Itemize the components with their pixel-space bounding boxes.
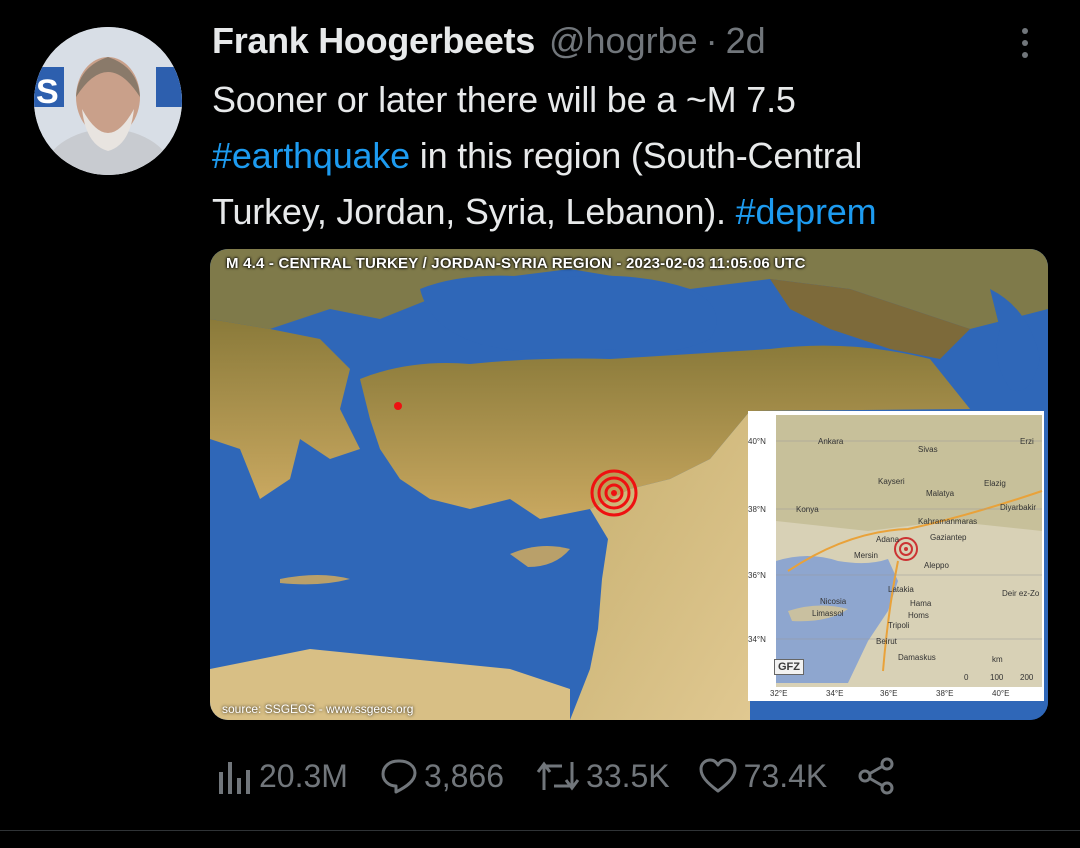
tweet-line-1: Sooner or later there will be a ~M 7.5 (212, 79, 796, 120)
epicenter-marker (590, 469, 638, 517)
scale-tick: 100 (990, 673, 1004, 682)
inset-map: 40°N 38°N 36°N 34°N Ankara Sivas Erzi Ka… (748, 411, 1044, 701)
tweet-text: Sooner or later there will be a ~M 7.5 #… (212, 72, 1032, 240)
share-icon (858, 757, 894, 795)
lon-label: 32°E (770, 689, 788, 698)
city-label: Nicosia (820, 597, 847, 606)
hashtag-earthquake[interactable]: #earthquake (212, 135, 410, 176)
tweet-line-3: Turkey, Jordan, Syria, Lebanon). (212, 191, 736, 232)
author-handle[interactable]: @hogrbe (549, 20, 698, 62)
gfz-logo: GFZ (774, 659, 804, 675)
lon-label: 40°E (992, 689, 1010, 698)
tweet-line-2: in this region (South-Central (409, 135, 863, 176)
city-label: Erzi (1020, 437, 1034, 446)
city-label: Homs (908, 611, 929, 620)
city-label: Hama (910, 599, 932, 608)
city-label: Elazig (984, 479, 1006, 488)
scale-unit: km (992, 655, 1003, 664)
views-count: 20.3M (259, 757, 348, 794)
tweet-header: Frank Hoogerbeets @hogrbe · 2d (212, 20, 1012, 64)
tweet-actions: 20.3M 3,866 33.5K 73.4K (215, 754, 903, 798)
city-label: Kahramanmaras (918, 517, 978, 526)
avatar-image: S (34, 27, 182, 175)
city-label: Diyarbakir (1000, 503, 1037, 512)
avatar[interactable]: S (34, 27, 182, 175)
replies-count: 3,866 (423, 757, 505, 794)
city-label: Tripoli (888, 621, 910, 630)
lon-label: 38°E (936, 689, 954, 698)
map-title: M 4.4 - CENTRAL TURKEY / JORDAN-SYRIA RE… (226, 255, 806, 272)
city-label: Malatya (926, 489, 955, 498)
lat-label: 34°N (748, 635, 766, 644)
city-label: Kayseri (878, 477, 905, 486)
retweets-count: 33.5K (586, 757, 670, 794)
city-label: Beirut (876, 637, 897, 646)
hashtag-deprem[interactable]: #deprem (736, 191, 877, 232)
separator-dot: · (705, 20, 718, 61)
city-label: Sivas (918, 445, 938, 454)
lat-label: 40°N (748, 437, 766, 446)
tweet-media-map[interactable]: M 4.4 - CENTRAL TURKEY / JORDAN-SYRIA RE… (210, 249, 1048, 720)
views-button[interactable]: 20.3M (215, 758, 348, 795)
city-label: Gaziantep (930, 533, 967, 542)
city-label: Aleppo (924, 561, 949, 570)
city-label: Latakia (888, 585, 914, 594)
reply-icon (381, 759, 417, 794)
author-name[interactable]: Frank Hoogerbeets (212, 20, 535, 62)
reply-button[interactable]: 3,866 (380, 758, 504, 795)
more-options-icon[interactable] (1010, 24, 1040, 64)
heart-icon (699, 758, 737, 793)
scale-tick: 0 (964, 673, 969, 682)
views-icon (219, 762, 250, 794)
city-label: Limassol (812, 609, 844, 618)
tweet-timestamp[interactable]: 2d (726, 20, 766, 62)
city-label: Deir ez-Zo (1002, 589, 1040, 598)
lon-label: 36°E (880, 689, 898, 698)
city-label: Ankara (818, 437, 844, 446)
city-label: Konya (796, 505, 819, 514)
map-source: source: SSGEOS - www.ssgeos.org (222, 702, 414, 716)
city-label: Adana (876, 535, 900, 544)
lat-label: 38°N (748, 505, 766, 514)
svg-text:S: S (36, 73, 59, 111)
scale-tick: 200 (1020, 673, 1034, 682)
divider (0, 830, 1080, 831)
lon-label: 34°E (826, 689, 844, 698)
retweet-button[interactable]: 33.5K (536, 758, 670, 795)
city-label: Mersin (854, 551, 879, 560)
likes-count: 73.4K (743, 757, 828, 794)
city-label: Damaskus (898, 653, 936, 662)
like-button[interactable]: 73.4K (698, 757, 828, 795)
share-button[interactable] (857, 757, 903, 795)
retweet-icon (536, 761, 580, 791)
lat-label: 36°N (748, 571, 766, 580)
